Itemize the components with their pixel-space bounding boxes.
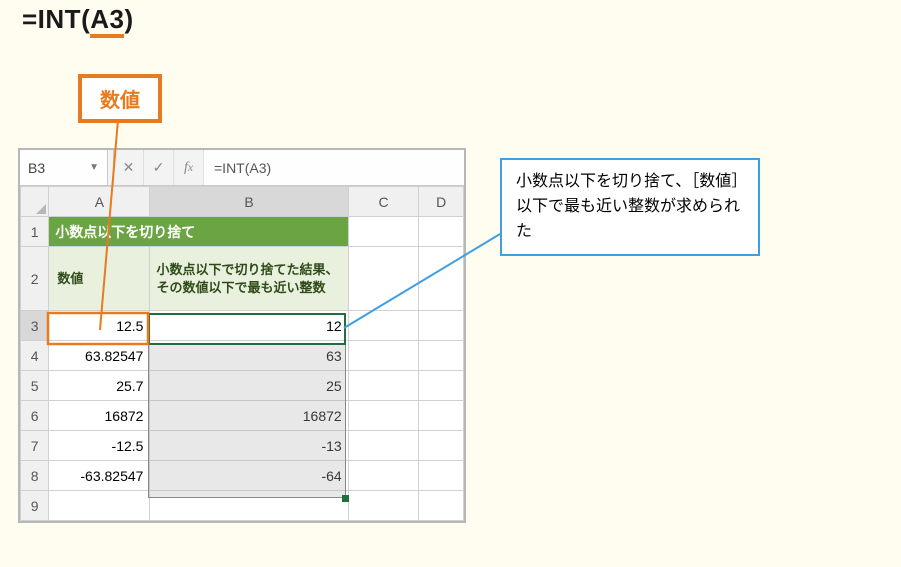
cell-C3[interactable] <box>348 311 419 341</box>
cell-A4[interactable]: 63.82547 <box>49 341 150 371</box>
cell-D2[interactable] <box>419 247 464 311</box>
row-header-5[interactable]: 5 <box>21 371 49 401</box>
row-header-6[interactable]: 6 <box>21 401 49 431</box>
cell-B9[interactable] <box>150 491 348 521</box>
row-header-9[interactable]: 9 <box>21 491 49 521</box>
cell-A4-value: 63.82547 <box>49 341 149 370</box>
cell-B8[interactable]: -64 <box>150 461 348 491</box>
cell-A7-value: -12.5 <box>49 431 149 460</box>
cell-B6[interactable]: 16872 <box>150 401 348 431</box>
explanation-box: 小数点以下を切り捨て、［数値］以下で最も近い整数が求められた <box>500 158 760 256</box>
cell-A8-value: -63.82547 <box>49 461 149 490</box>
chevron-down-icon[interactable]: ▼ <box>89 162 99 173</box>
select-all-corner[interactable] <box>21 187 49 217</box>
cell-A8[interactable]: -63.82547 <box>49 461 150 491</box>
header-A2-text: 数値 <box>49 247 149 310</box>
cell-C2[interactable] <box>348 247 419 311</box>
row-header-1[interactable]: 1 <box>21 217 49 247</box>
cell-A9[interactable] <box>49 491 150 521</box>
cell-D1[interactable] <box>419 217 464 247</box>
cancel-icon[interactable]: ✕ <box>114 150 144 185</box>
cell-B5-value: 25 <box>150 371 347 400</box>
formula-arg: A3 <box>90 4 124 38</box>
name-box-value: B3 <box>28 160 45 176</box>
name-box[interactable]: B3 ▼ <box>20 150 108 185</box>
fx-icon[interactable]: fx <box>174 150 204 185</box>
callout-numeric: 数値 <box>78 74 162 123</box>
row-header-4[interactable]: 4 <box>21 341 49 371</box>
cell-B5[interactable]: 25 <box>150 371 348 401</box>
header-B2-text: 小数点以下で切り捨てた結果、その数値以下で最も近い整数 <box>150 247 347 310</box>
cell-B7[interactable]: -13 <box>150 431 348 461</box>
formula-title: =INT(A3) <box>22 4 134 35</box>
cell-C4[interactable] <box>348 341 419 371</box>
explanation-text: 小数点以下を切り捨て、［数値］以下で最も近い整数が求められた <box>516 173 740 240</box>
cell-A5-value: 25.7 <box>49 371 149 400</box>
cell-A3-value: 12.5 <box>49 311 149 340</box>
cell-C6[interactable] <box>348 401 419 431</box>
cell-B8-value: -64 <box>150 461 347 490</box>
spreadsheet-grid[interactable]: A B C D 1 小数点以下を切り捨て 2 数値 小数点 <box>20 186 464 521</box>
cell-C7[interactable] <box>348 431 419 461</box>
cell-B6-value: 16872 <box>150 401 347 430</box>
cell-D4[interactable] <box>419 341 464 371</box>
fill-handle[interactable] <box>342 495 349 502</box>
row-header-8[interactable]: 8 <box>21 461 49 491</box>
cell-D3[interactable] <box>419 311 464 341</box>
header-A2[interactable]: 数値 <box>49 247 150 311</box>
cell-C8[interactable] <box>348 461 419 491</box>
cell-A7[interactable]: -12.5 <box>49 431 150 461</box>
cell-D9[interactable] <box>419 491 464 521</box>
cell-C1[interactable] <box>348 217 419 247</box>
row-header-7[interactable]: 7 <box>21 431 49 461</box>
table-title[interactable]: 小数点以下を切り捨て <box>49 217 348 247</box>
table-title-text: 小数点以下を切り捨て <box>49 217 347 246</box>
confirm-icon[interactable]: ✓ <box>144 150 174 185</box>
cell-B4[interactable]: 63 <box>150 341 348 371</box>
cell-B3[interactable]: 12 <box>150 311 348 341</box>
cell-B4-value: 63 <box>150 341 347 370</box>
cell-D6[interactable] <box>419 401 464 431</box>
cell-D7[interactable] <box>419 431 464 461</box>
cell-A6[interactable]: 16872 <box>49 401 150 431</box>
callout-label: 数値 <box>100 90 140 112</box>
col-header-B[interactable]: B <box>150 187 348 217</box>
cell-B3-value: 12 <box>150 311 347 340</box>
formula-suffix: ) <box>124 4 133 34</box>
cell-D8[interactable] <box>419 461 464 491</box>
row-header-3[interactable]: 3 <box>21 311 49 341</box>
cell-A3[interactable]: 12.5 <box>49 311 150 341</box>
cell-A6-value: 16872 <box>49 401 149 430</box>
cell-B7-value: -13 <box>150 431 347 460</box>
col-header-A[interactable]: A <box>49 187 150 217</box>
cell-A5[interactable]: 25.7 <box>49 371 150 401</box>
formula-bar: B3 ▼ ✕ ✓ fx =INT(A3) <box>20 150 464 186</box>
cell-C5[interactable] <box>348 371 419 401</box>
header-B2[interactable]: 小数点以下で切り捨てた結果、その数値以下で最も近い整数 <box>150 247 348 311</box>
formula-prefix: =INT( <box>22 4 90 34</box>
excel-window: B3 ▼ ✕ ✓ fx =INT(A3) A B C D 1 小数点以下を切り捨… <box>18 148 466 523</box>
row-header-2[interactable]: 2 <box>21 247 49 311</box>
cell-D5[interactable] <box>419 371 464 401</box>
cell-C9[interactable] <box>348 491 419 521</box>
col-header-C[interactable]: C <box>348 187 419 217</box>
col-header-D[interactable]: D <box>419 187 464 217</box>
formula-input[interactable]: =INT(A3) <box>204 150 464 185</box>
formula-input-text: =INT(A3) <box>214 160 271 176</box>
